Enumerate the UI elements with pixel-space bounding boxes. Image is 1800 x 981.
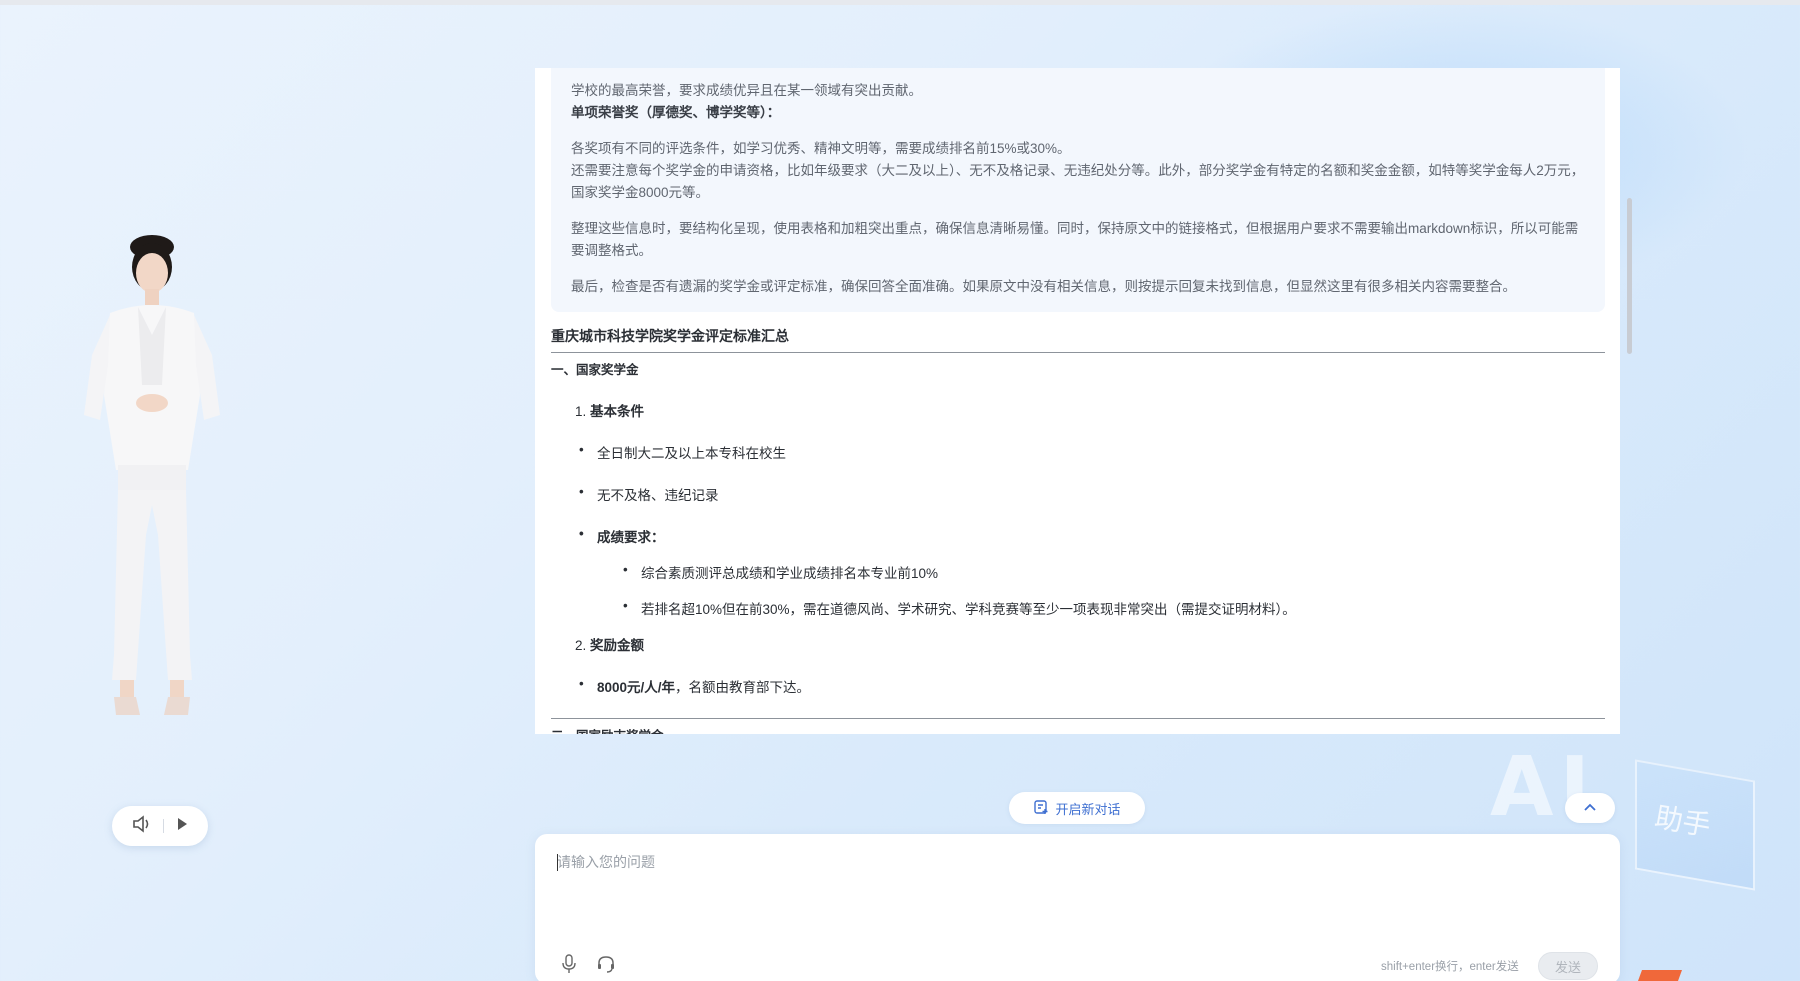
numbered-item: 1. 基本条件: [575, 400, 1605, 420]
thinking-paragraph: 最后，检查是否有遗漏的奖学金或评定标准，确保回答全面准确。如果原文中没有相关信息…: [571, 279, 1516, 294]
item-label: 基本条件: [590, 404, 645, 419]
section-heading: 二、国家励志奖学金: [551, 718, 1605, 734]
thinking-process-block: 学校的最高荣誉，要求成绩优异且在某一领域有突出贡献。 单项荣誉奖（厚德奖、博学奖…: [551, 68, 1605, 312]
list-item: 全日制大二及以上本专科在校生: [579, 442, 1605, 462]
volume-icon[interactable]: [132, 814, 152, 838]
corner-decoration: [1637, 970, 1683, 981]
amount-rest: ，名额由教育部下达。: [675, 680, 811, 695]
item-number: 1.: [575, 404, 587, 419]
new-chat-button[interactable]: 开启新对话: [1009, 792, 1145, 824]
new-chat-label: 开启新对话: [1055, 801, 1121, 817]
bullet-list: 8000元/人/年，名额由教育部下达。: [579, 676, 1605, 696]
send-button[interactable]: 发送: [1538, 952, 1598, 980]
chat-scrollbar[interactable]: [1627, 198, 1632, 354]
keyboard-hint: shift+enter换行，enter发送: [1381, 961, 1519, 973]
thinking-line-bold: 单项荣誉奖（厚德奖、博学奖等）：: [571, 105, 781, 120]
list-item: 无不及格、违纪记录: [579, 484, 1605, 504]
numbered-item: 2. 奖励金额: [575, 634, 1605, 654]
divider: [162, 819, 164, 833]
scroll-up-button[interactable]: [1565, 793, 1615, 823]
mic-icon[interactable]: [561, 954, 577, 979]
answer-title: 重庆城市科技学院奖学金评定标准汇总: [551, 326, 1605, 353]
amount-bold: 8000元/人/年: [597, 680, 676, 695]
thinking-paragraph: 整理这些信息时，要结构化呈现，使用表格和加粗突出重点，确保信息清晰易懂。同时，保…: [571, 221, 1579, 258]
list-item: 8000元/人/年，名额由教育部下达。: [579, 676, 1605, 696]
digital-human-avatar: [84, 235, 220, 715]
audio-control-pill: [112, 806, 208, 846]
list-item: 若排名超10%但在前30%，需在道德风尚、学术研究、学科竞赛等至少一项表现非常突…: [623, 598, 1605, 618]
chat-message-area: 学校的最高荣誉，要求成绩优异且在某一领域有突出贡献。 单项荣誉奖（厚德奖、博学奖…: [535, 68, 1620, 734]
sub-bullet-list: 综合素质测评总成绩和学业成绩排名本专业前10% 若排名超10%但在前30%，需在…: [623, 562, 1605, 618]
list-item: 综合素质测评总成绩和学业成绩排名本专业前10%: [623, 562, 1605, 582]
thinking-line: 还需要注意每个奖学金的申请资格，比如年级要求（大二及以上）、无不及格记录、无违纪…: [571, 163, 1585, 200]
text-caret: [557, 854, 558, 871]
thinking-paragraph: 各奖项有不同的评选条件，如学习优秀、精神文明等，需要成绩排名前15%或30%。还…: [571, 138, 1587, 204]
section-heading: 一、国家奖学金: [551, 363, 639, 377]
answer-content: 重庆城市科技学院奖学金评定标准汇总 一、国家奖学金 1. 基本条件 全日制大二及…: [535, 312, 1620, 734]
item-label: 奖励金额: [590, 638, 645, 653]
question-input[interactable]: [557, 852, 1597, 922]
headset-icon[interactable]: [596, 954, 616, 979]
bullet-list: 全日制大二及以上本专科在校生 无不及格、违纪记录 成绩要求：: [579, 442, 1605, 546]
message-input-box: shift+enter换行，enter发送 发送: [535, 834, 1620, 981]
list-item: 成绩要求：: [579, 526, 1605, 546]
play-icon[interactable]: [175, 816, 189, 837]
new-chat-icon: [1033, 799, 1049, 818]
item-number: 2.: [575, 638, 587, 653]
chevron-up-icon: [1583, 799, 1597, 817]
thinking-line: 学校的最高荣誉，要求成绩优异且在某一领域有突出贡献。: [571, 83, 922, 98]
thinking-line: 各奖项有不同的评选条件，如学习优秀、精神文明等，需要成绩排名前15%或30%。: [571, 141, 1071, 156]
